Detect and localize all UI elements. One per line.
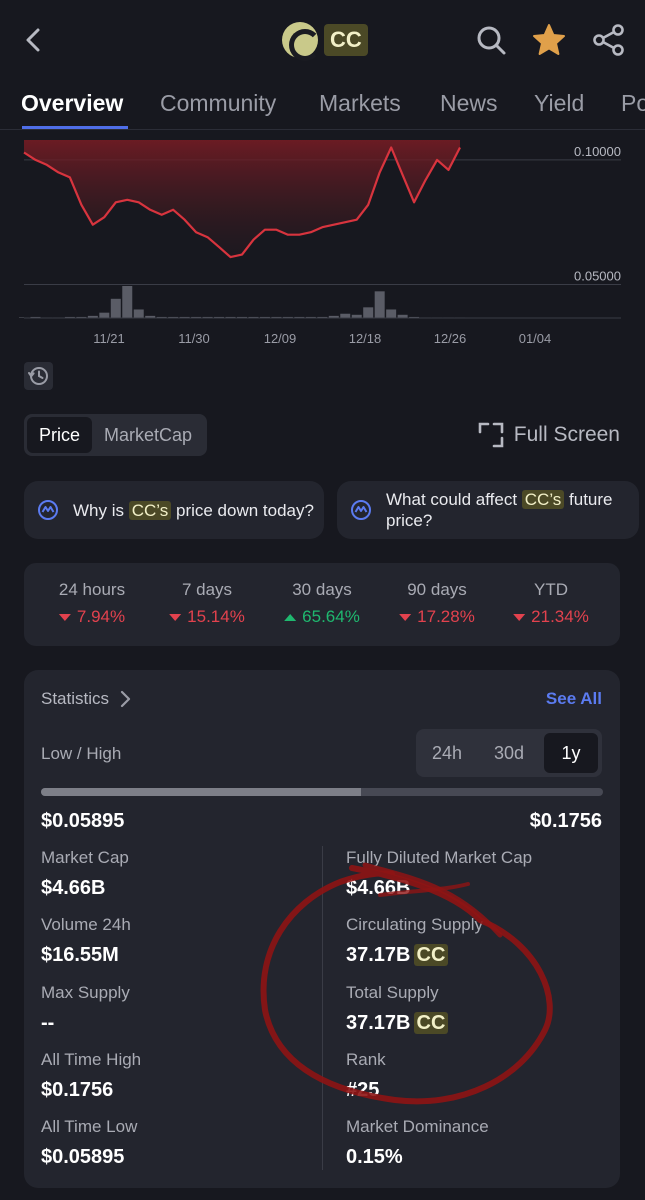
stat-max-supply: Max Supply --: [41, 983, 130, 1034]
stat-rank: Rank #25: [346, 1050, 386, 1101]
volume-bar: [99, 312, 110, 318]
stat-all-time-high: All Time High $0.1756: [41, 1050, 142, 1101]
active-tab-indicator: [22, 126, 128, 129]
tab-news[interactable]: News: [440, 90, 498, 117]
ask-future-price-text: What could affect CC’s future price?: [386, 490, 613, 530]
stat-fully-diluted-market-cap: Fully Diluted Market Cap $4.66B: [346, 848, 533, 899]
history-icon[interactable]: [24, 362, 53, 390]
down-arrow-icon: [58, 614, 71, 622]
low-high-label: Low / High: [41, 744, 122, 763]
perf-90d: 90 days 17.28%: [399, 580, 475, 627]
stat-all-time-low: All Time Low $0.05895: [41, 1117, 138, 1168]
chart-type-toggle: Price MarketCap: [24, 414, 208, 456]
stat-market-dominance: Market Dominance 0.15%: [346, 1117, 489, 1168]
range-1y[interactable]: 1y: [544, 733, 598, 773]
price-chart[interactable]: 0.10000 0.05000 11/21 11/30 12/09 12/18 12/26 0…: [0, 132, 645, 352]
perf-ytd: YTD 21.34%: [513, 580, 589, 627]
ask-price-down-text: Why is CC’s price down today?: [73, 500, 314, 520]
x-tick-label: 12/09: [264, 331, 297, 346]
down-arrow-icon: [399, 614, 412, 622]
low-high-bar-fill: [41, 788, 362, 796]
volume-bar: [386, 309, 397, 318]
tab-portfolio[interactable]: Po: [621, 90, 645, 117]
statistics-title: Statistics: [41, 689, 110, 708]
coin-logo: [282, 22, 321, 61]
x-tick-label: 11/30: [178, 331, 210, 346]
coin-symbol: CC: [324, 24, 368, 56]
chevron-left-icon[interactable]: [18, 22, 48, 58]
share-icon[interactable]: [591, 22, 627, 58]
y-tick-label: 0.10000: [574, 144, 621, 159]
x-tick-label: 12/26: [434, 331, 467, 346]
ask-price-down-chip[interactable]: Why is CC’s price down today?: [24, 481, 324, 539]
volume-bar: [122, 286, 133, 318]
search-icon[interactable]: [473, 22, 509, 58]
range-30d[interactable]: 30d: [482, 733, 536, 773]
volume-bar: [110, 298, 121, 318]
tab-markets[interactable]: Markets: [319, 90, 401, 117]
high-value: $0.1756: [529, 810, 602, 832]
coin-tag: CC: [413, 944, 449, 966]
perf-7d: 7 days 15.14%: [169, 580, 245, 627]
volume-bar: [340, 313, 351, 318]
full-screen-label: Full Screen: [513, 423, 620, 446]
stat-volume-24h: Volume 24h $16.55M: [41, 915, 131, 966]
ai-chat-icon: [351, 500, 371, 520]
column-divider: [322, 846, 323, 1170]
low-value: $0.05895: [41, 810, 125, 832]
x-tick-label: 12/18: [349, 331, 382, 346]
ask-future-price-chip[interactable]: What could affect CC’s future price?: [337, 481, 639, 539]
price-performance: 24 hours 7.94% 7 days 15.14% 30 days 65.…: [24, 563, 620, 646]
chevron-right-icon: [120, 690, 131, 708]
full-screen-button[interactable]: Full Screen: [478, 421, 620, 449]
down-arrow-icon: [169, 614, 182, 622]
statistics-card: Statistics See All Low / High 24h 30d 1y…: [24, 670, 620, 1188]
volume-bar: [363, 307, 374, 318]
tab-yield[interactable]: Yield: [534, 90, 584, 117]
tab-overview[interactable]: Overview: [21, 90, 123, 117]
range-selector: 24h 30d 1y: [416, 729, 602, 777]
top-bar: CC: [0, 0, 645, 80]
marketcap-toggle-option[interactable]: MarketCap: [92, 417, 204, 453]
star-icon[interactable]: [531, 22, 567, 58]
coin-title: CC: [282, 22, 368, 61]
fullscreen-icon: [478, 422, 504, 448]
statistics-header[interactable]: Statistics: [41, 689, 131, 709]
range-24h[interactable]: 24h: [420, 733, 474, 773]
volume-bar: [374, 291, 385, 318]
see-all-link[interactable]: See All: [546, 689, 602, 709]
ai-chat-icon: [38, 500, 58, 520]
price-toggle-option[interactable]: Price: [27, 417, 93, 453]
volume-bar: [133, 309, 144, 318]
x-tick-label: 01/04: [519, 331, 552, 346]
low-high-bar: [41, 788, 603, 796]
coin-tag: CC: [413, 1012, 449, 1034]
perf-24h: 24 hours 7.94%: [58, 580, 126, 626]
stat-total-supply: Total Supply 37.17B CC: [346, 983, 449, 1035]
perf-30d: 30 days 65.64%: [284, 580, 360, 627]
coin-tag: CC’s: [128, 500, 172, 520]
tab-bar: Overview Community Markets News Yield Po: [0, 82, 645, 130]
tab-community[interactable]: Community: [160, 90, 276, 117]
coin-tag: CC’s: [521, 490, 565, 509]
stat-circulating-supply: Circulating Supply 37.17B CC: [346, 915, 484, 966]
up-arrow-icon: [284, 614, 297, 622]
x-tick-label: 11/21: [93, 331, 125, 346]
stat-market-cap: Market Cap $4.66B: [41, 848, 129, 899]
y-tick-label: 0.05000: [574, 269, 621, 284]
down-arrow-icon: [513, 614, 526, 622]
